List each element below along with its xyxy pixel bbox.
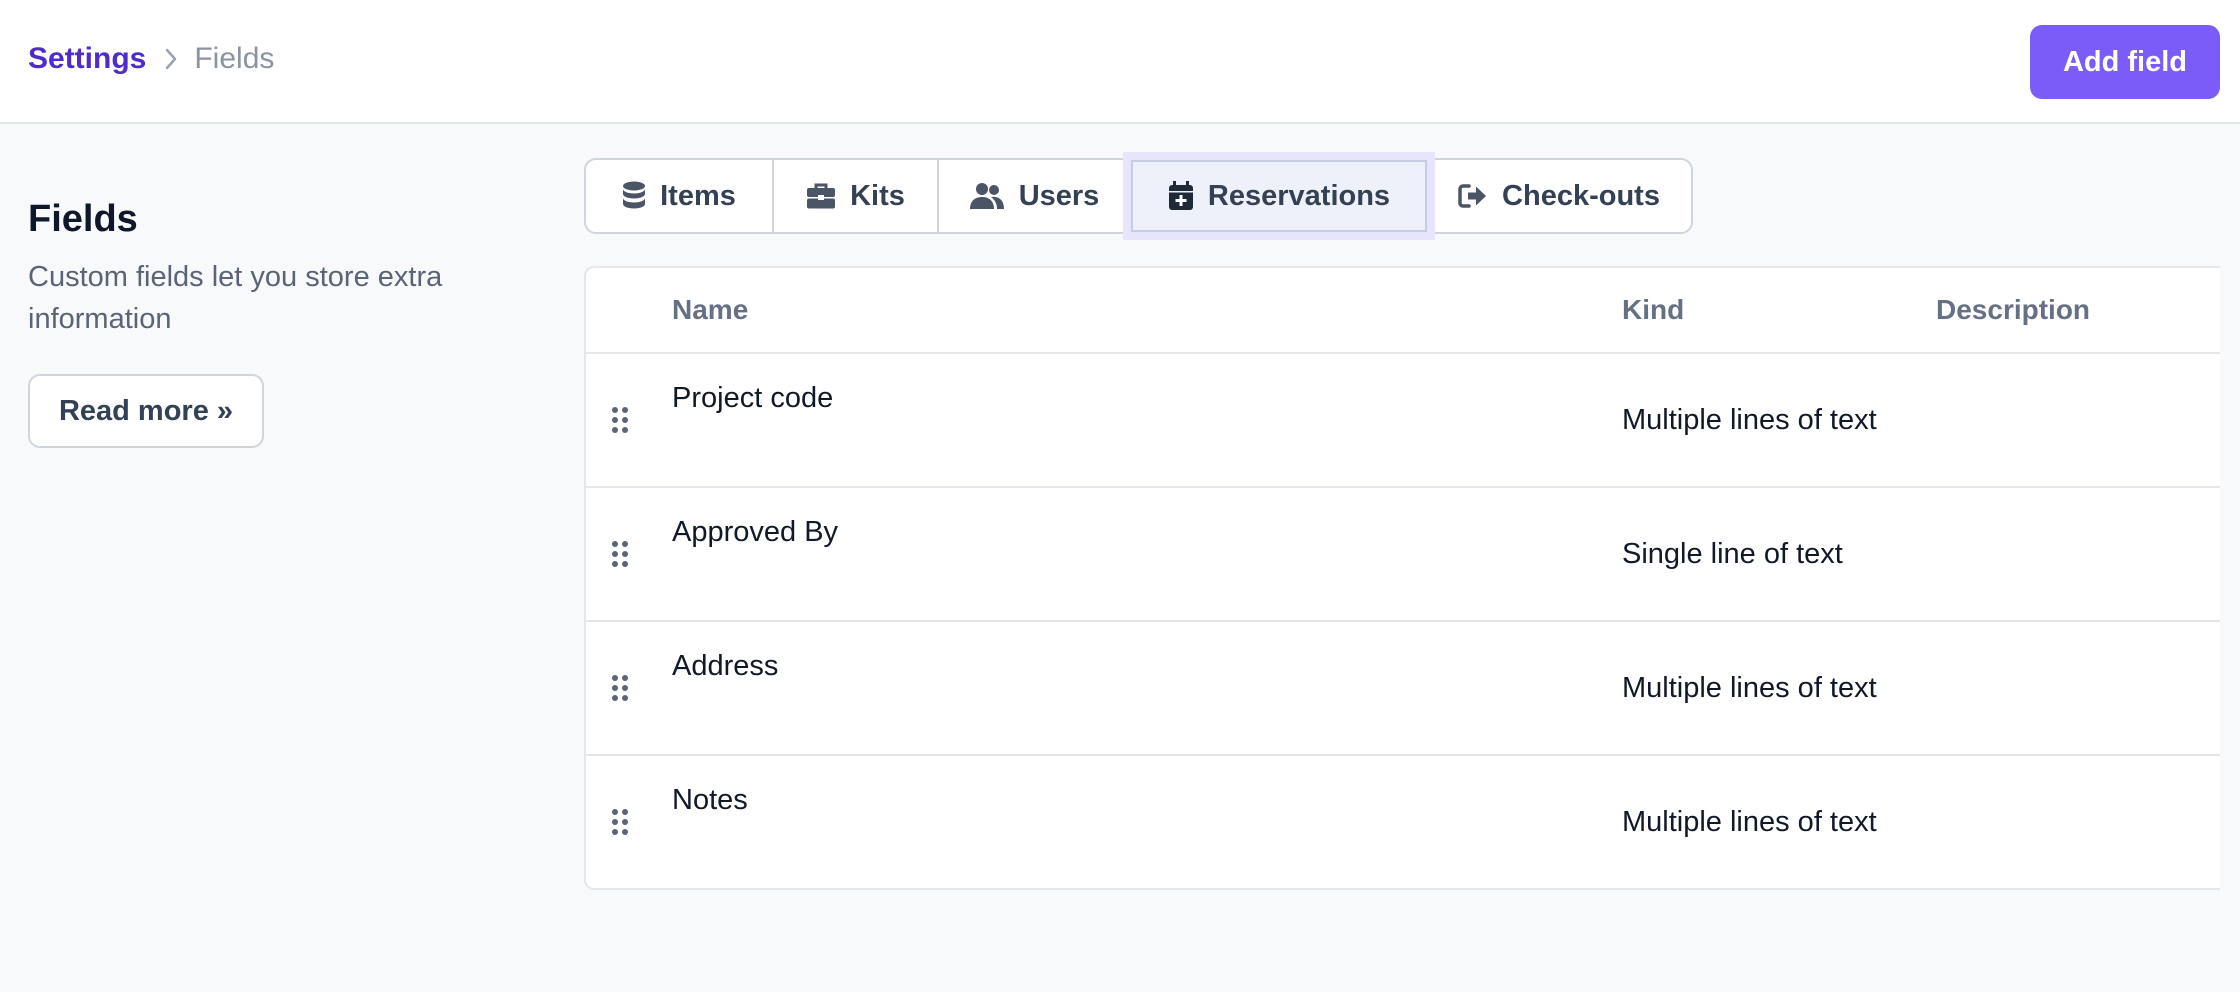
tab-items[interactable]: Items — [586, 160, 774, 232]
tab-label: Items — [660, 179, 736, 212]
read-more-button[interactable]: Read more » — [28, 374, 264, 448]
table-header: Name Kind Description — [586, 268, 2220, 354]
field-kind: Multiple lines of text — [1622, 806, 1877, 838]
breadcrumb-settings-link[interactable]: Settings — [28, 42, 146, 76]
tab-label: Check-outs — [1502, 179, 1660, 212]
top-bar: Settings Fields Add field — [0, 0, 2240, 124]
field-name: Project code — [672, 382, 834, 414]
field-kind: Multiple lines of text — [1622, 404, 1877, 436]
column-header-name: Name — [672, 294, 749, 325]
tab-reservations[interactable]: Reservations — [1123, 152, 1435, 240]
column-header-kind: Kind — [1622, 294, 1685, 325]
breadcrumb: Settings Fields — [28, 42, 274, 76]
section-title: Fields — [28, 198, 138, 240]
chevron-right-icon — [164, 47, 178, 71]
field-type-tabs: Items Kits Users Reservations Check-outs — [584, 152, 1693, 240]
add-field-button[interactable]: Add field — [2030, 25, 2220, 99]
field-kind: Single line of text — [1622, 538, 1843, 570]
field-name: Address — [672, 650, 779, 682]
drag-handle-icon[interactable] — [610, 540, 630, 568]
drag-handle-icon[interactable] — [610, 674, 630, 702]
database-icon — [622, 181, 646, 211]
briefcase-icon — [806, 183, 836, 209]
fields-table: Name Kind Description Project code Multi… — [584, 266, 2220, 890]
tab-users[interactable]: Users — [939, 160, 1131, 232]
table-row[interactable]: Address Multiple lines of text — [586, 622, 2220, 756]
tab-label: Reservations — [1207, 179, 1391, 212]
field-name: Approved By — [672, 516, 839, 548]
table-row[interactable]: Approved By Single line of text — [586, 488, 2220, 622]
field-name: Notes — [672, 784, 748, 816]
sign-out-icon — [1458, 183, 1488, 209]
users-icon — [969, 182, 1005, 210]
drag-handle-icon[interactable] — [610, 406, 630, 434]
breadcrumb-current: Fields — [194, 42, 275, 75]
tab-check-outs[interactable]: Check-outs — [1427, 160, 1691, 232]
tab-label: Users — [1018, 179, 1100, 212]
column-header-description: Description — [1936, 294, 2091, 325]
section-description: Custom fields let you store extra inform… — [28, 261, 443, 335]
tab-kits[interactable]: Kits — [774, 160, 939, 232]
drag-handle-icon[interactable] — [610, 808, 630, 836]
table-row[interactable]: Notes Multiple lines of text — [586, 756, 2220, 890]
calendar-plus-icon — [1168, 181, 1194, 211]
table-row[interactable]: Project code Multiple lines of text — [586, 354, 2220, 488]
field-kind: Multiple lines of text — [1622, 672, 1877, 704]
tab-label: Kits — [850, 179, 905, 212]
